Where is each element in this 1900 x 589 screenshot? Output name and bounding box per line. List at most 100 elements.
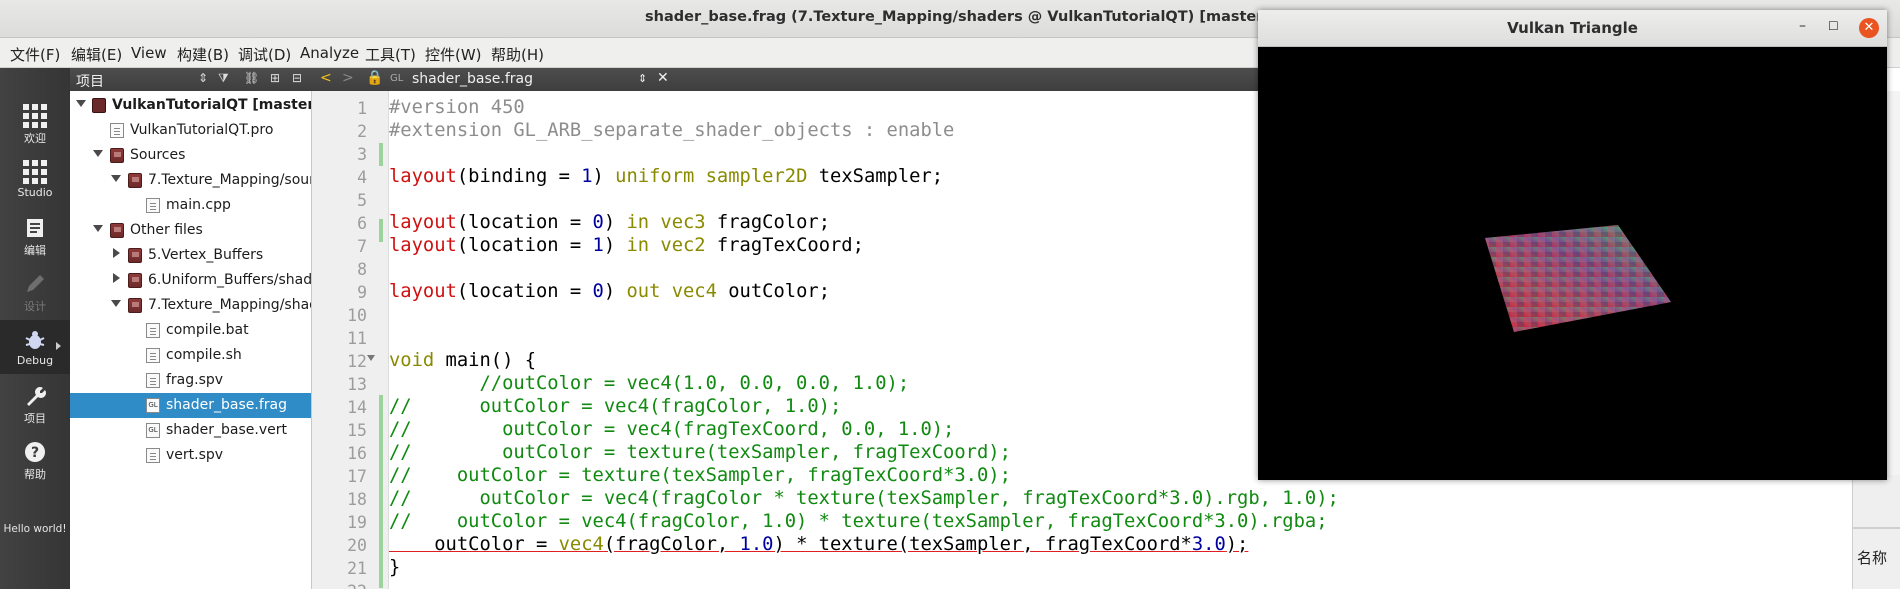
tree-item[interactable]: vert.spv — [70, 443, 311, 468]
column-header-name[interactable]: 名称 — [1857, 547, 1887, 568]
mode-projects[interactable]: 项目 — [0, 376, 70, 430]
folder-icon — [128, 173, 142, 188]
close-panel-icon[interactable]: ⊟ — [292, 71, 302, 85]
expand-arrow-icon[interactable] — [111, 300, 121, 307]
code-line: #extension GL_ARB_separate_shader_object… — [389, 120, 955, 141]
tree-item[interactable]: Sources — [70, 143, 311, 168]
tree-item[interactable]: main.cpp — [70, 193, 311, 218]
expand-arrow-icon[interactable] — [76, 100, 86, 107]
mode-design-label: 设计 — [24, 300, 46, 313]
menu-debug[interactable]: 调试(D) — [238, 44, 291, 65]
tree-item[interactable]: 7.Texture_Mapping/source — [70, 168, 311, 193]
mode-debug[interactable]: Debug — [0, 320, 70, 374]
line-number: 21 — [347, 559, 367, 578]
code-line: //outColor = vec4(1.0, 0.0, 0.0, 1.0); — [389, 373, 910, 394]
menu-file[interactable]: 文件(F) — [10, 44, 60, 65]
tree-item[interactable]: 7.Texture_Mapping/shade — [70, 293, 311, 318]
expand-arrow-icon[interactable] — [111, 175, 121, 182]
code-line: layout(location = 1) in vec2 fragTexCoor… — [389, 235, 864, 256]
tree-item-label: Sources — [130, 147, 186, 163]
line-number: 15 — [347, 421, 367, 440]
link-icon[interactable]: ⛓ — [244, 71, 259, 85]
menu-view[interactable]: View — [131, 44, 167, 62]
line-number: 11 — [347, 329, 367, 348]
project-icon — [92, 98, 106, 113]
line-number: 6 — [357, 214, 367, 233]
tree-item-label: Other files — [130, 222, 203, 238]
code-line: // outColor = vec4(fragTexCoord, 0.0, 1.… — [389, 419, 955, 440]
divider — [1853, 527, 1900, 529]
menu-help[interactable]: 帮助(H) — [491, 44, 544, 65]
tree-item[interactable]: frag.spv — [70, 368, 311, 393]
line-number: 14 — [347, 398, 367, 417]
line-number: 22 — [322, 582, 367, 589]
tree-item[interactable]: VulkanTutorialQT [master] — [70, 93, 311, 118]
updown-arrows-icon[interactable]: ⇕ — [198, 71, 208, 85]
window-title: shader_base.frag (7.Texture_Mapping/shad… — [645, 9, 1355, 25]
mode-studio[interactable]: Studio — [0, 152, 70, 206]
code-line-current: outColor = vec4(fragColor, 1.0) * textur… — [389, 534, 1249, 555]
bug-icon — [25, 331, 45, 349]
mode-debug-label: Debug — [16, 354, 54, 367]
filter-icon[interactable]: ⧩ — [218, 71, 229, 86]
help-icon: ? — [25, 442, 45, 462]
expand-arrow-icon[interactable] — [93, 225, 103, 232]
minimize-icon[interactable]: – — [1799, 18, 1806, 34]
folder-icon — [110, 223, 124, 238]
menu-widgets[interactable]: 控件(W) — [425, 44, 482, 65]
menu-analyze[interactable]: Analyze — [300, 44, 359, 62]
change-marker — [379, 219, 383, 242]
vulkan-title-bar[interactable]: Vulkan Triangle – ☐ ✕ — [1258, 10, 1887, 47]
mode-welcome[interactable]: 欢迎 — [0, 96, 70, 150]
tree-item[interactable]: 6.Uniform_Buffers/shade — [70, 268, 312, 293]
line-number: 1 — [357, 99, 367, 118]
mode-welcome-label: 欢迎 — [24, 132, 46, 145]
line-number: 13 — [347, 375, 367, 394]
mode-edit-label: 编辑 — [24, 244, 46, 257]
kit-selector-label[interactable]: Hello world! — [0, 523, 70, 535]
tree-item-label: vert.spv — [166, 447, 224, 463]
mode-design[interactable]: 设计 — [0, 264, 70, 318]
mode-studio-label: Studio — [17, 186, 53, 199]
menu-build[interactable]: 构建(B) — [177, 44, 229, 65]
split-icon[interactable]: ⊞ — [270, 71, 280, 85]
line-number: 4 — [357, 168, 367, 187]
code-line: // outColor = vec4(fragColor, 1.0) * tex… — [389, 511, 1328, 532]
code-line: void main() { — [389, 350, 536, 371]
tree-item-label: 6.Uniform_Buffers/shade — [148, 272, 312, 288]
vulkan-window-title: Vulkan Triangle — [1507, 19, 1638, 37]
tree-item[interactable]: compile.bat — [70, 318, 311, 343]
menu-tools[interactable]: 工具(T) — [365, 44, 416, 65]
code-line: // outColor = texture(texSampler, fragTe… — [389, 442, 1011, 463]
mode-edit[interactable]: 编辑 — [0, 208, 70, 262]
tree-item[interactable]: Other files — [70, 218, 311, 243]
close-file-icon[interactable]: ✕ — [657, 70, 669, 86]
tree-item-label: shader_base.vert — [166, 422, 287, 438]
tree-item-selected[interactable]: GL shader_base.frag — [70, 393, 311, 418]
file-icon — [146, 323, 160, 338]
file-switch-arrows-icon[interactable]: ⇕ — [638, 72, 647, 85]
tree-item-label: shader_base.frag — [166, 397, 287, 413]
folder-icon — [128, 248, 142, 263]
back-arrow-icon[interactable]: < — [320, 70, 332, 86]
code-line: // outColor = texture(texSampler, fragTe… — [389, 465, 1011, 486]
render-viewport[interactable] — [1258, 47, 1887, 480]
code-line: layout(location = 0) out vec4 outColor; — [389, 281, 831, 302]
vulkan-window[interactable]: Vulkan Triangle – ☐ ✕ — [1258, 10, 1887, 480]
close-icon[interactable]: ✕ — [1859, 18, 1879, 38]
project-panel-title[interactable]: 项目 — [76, 71, 104, 91]
tree-item[interactable]: compile.sh — [70, 343, 311, 368]
forward-arrow-icon[interactable]: > — [342, 70, 354, 86]
expand-arrow-icon[interactable] — [93, 150, 103, 157]
tree-item[interactable]: VulkanTutorialQT.pro — [70, 118, 311, 143]
menu-edit[interactable]: 编辑(E) — [71, 44, 122, 65]
open-file-name[interactable]: shader_base.frag — [412, 71, 533, 87]
fold-arrow-icon[interactable] — [367, 355, 375, 361]
mode-help[interactable]: ? 帮助 — [0, 432, 70, 486]
tree-item[interactable]: 5.Vertex_Buffers — [70, 243, 311, 268]
grid-icon — [23, 160, 47, 184]
maximize-icon[interactable]: ☐ — [1828, 19, 1839, 33]
collapse-arrow-icon[interactable] — [113, 273, 120, 283]
tree-item[interactable]: GL shader_base.vert — [70, 418, 311, 443]
collapse-arrow-icon[interactable] — [113, 248, 120, 258]
